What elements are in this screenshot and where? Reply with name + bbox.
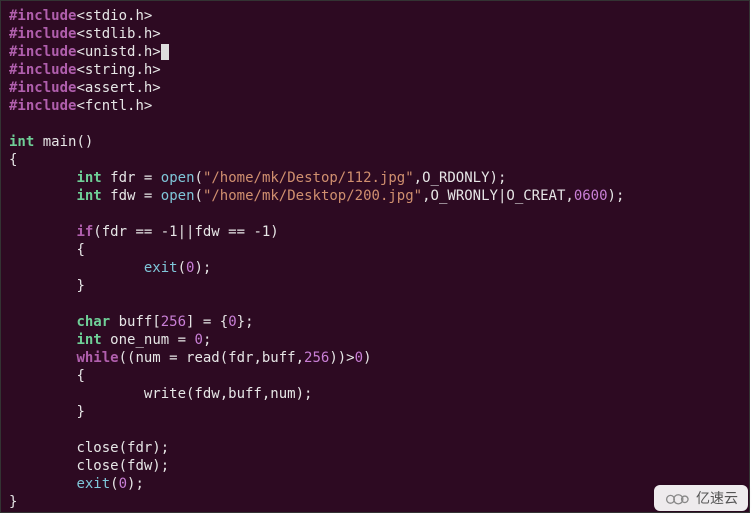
var: fdw [110,188,135,204]
number: 0 [119,476,127,492]
brace: } [76,278,84,294]
preproc: #include [9,44,76,60]
keyword-while: while [76,350,118,366]
string-literal: "/home/mk/Destop/112.jpg" [203,170,414,186]
condition: (fdr == -1||fdw == -1) [93,224,278,240]
type: char [76,314,110,330]
code-editor: #include<stdio.h> #include<stdlib.h> #in… [0,0,750,513]
brace: } [76,404,84,420]
preproc: #include [9,26,76,42]
watermark-text: 亿速云 [696,489,738,507]
type: int [76,170,101,186]
type: int [76,332,101,348]
brace: { [76,368,84,384]
fn-name: main [43,134,77,150]
preproc: #include [9,62,76,78]
fn-call: open [161,188,195,204]
var: one_num [110,332,169,348]
include-header: <unistd.h> [76,44,160,60]
brace: { [76,242,84,258]
number: 256 [161,314,186,330]
statement: close(fdr); [76,440,169,456]
condition: ((num = read(fdr,buff, [119,350,304,366]
statement: close(fdw); [76,458,169,474]
preproc: #include [9,80,76,96]
flags: O_RDONLY [422,170,489,186]
text-cursor [161,44,169,60]
condition: ) [363,350,371,366]
var: buff [119,314,153,330]
brace: } [9,494,17,510]
include-header: <assert.h> [76,80,160,96]
fn-params: () [76,134,93,150]
include-header: <string.h> [76,62,160,78]
string-literal: "/home/mk/Desktop/200.jpg" [203,188,422,204]
number: 0 [355,350,363,366]
cloud-icon [664,490,690,506]
preproc: #include [9,8,76,24]
fn-call: exit [144,260,178,276]
number: 0 [195,332,203,348]
preproc: #include [9,98,76,114]
statement: write(fdw,buff,num); [144,386,313,402]
keyword-if: if [76,224,93,240]
type: int [76,188,101,204]
watermark-badge: 亿速云 [654,485,748,511]
include-header: <fcntl.h> [76,98,152,114]
number: 0 [228,314,236,330]
var: fdr [110,170,135,186]
flags: O_WRONLY|O_CREAT [431,188,566,204]
include-header: <stdlib.h> [76,26,160,42]
include-header: <stdio.h> [76,8,152,24]
brace: { [9,152,17,168]
number: 256 [304,350,329,366]
fn-call: exit [76,476,110,492]
condition: ))> [329,350,354,366]
return-type: int [9,134,34,150]
fn-call: open [161,170,195,186]
number: 0600 [574,188,608,204]
